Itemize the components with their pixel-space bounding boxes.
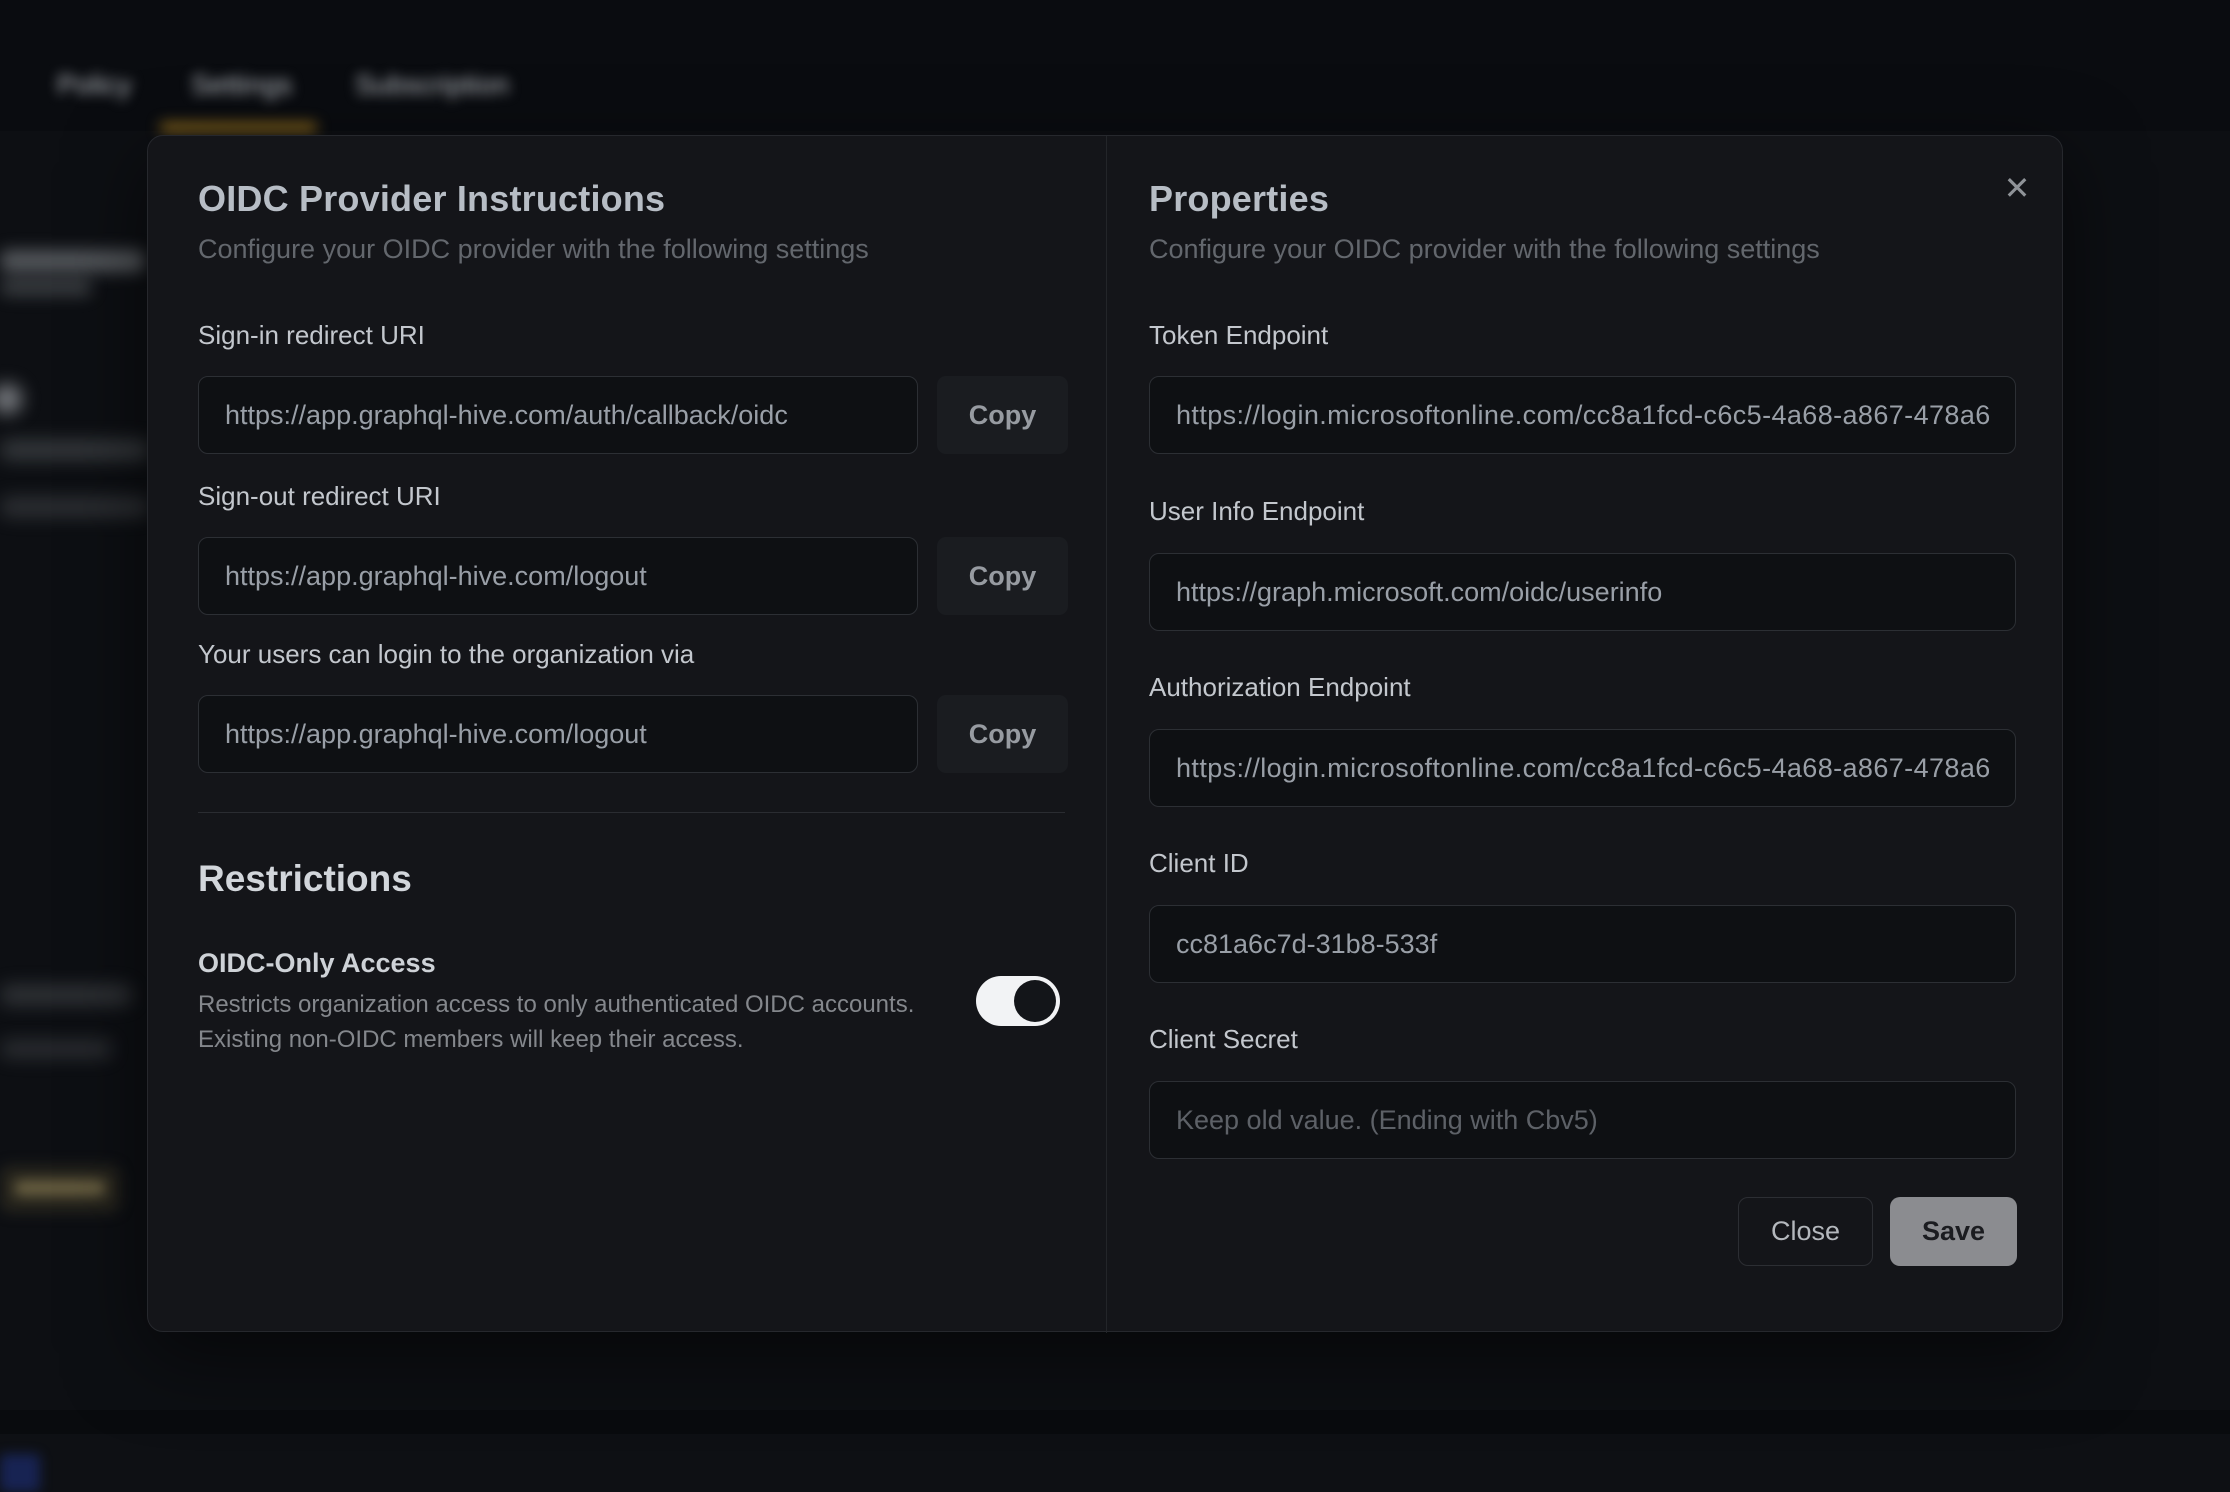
close-button[interactable]: Close	[1738, 1197, 1873, 1266]
blurred-dot-fragment	[0, 384, 22, 414]
token-endpoint-label: Token Endpoint	[1149, 320, 1328, 351]
background-tabbar: Policy Settings Subscription	[0, 57, 2230, 132]
instructions-title: OIDC Provider Instructions	[198, 178, 665, 220]
authorization-endpoint-label: Authorization Endpoint	[1149, 672, 1411, 703]
section-divider	[198, 812, 1065, 813]
login-via-label: Your users can login to the organization…	[198, 639, 694, 670]
oidc-settings-modal: ✕ OIDC Provider Instructions Configure y…	[147, 135, 2063, 1332]
client-id-input[interactable]	[1149, 905, 2016, 983]
background-bottom-band	[0, 1434, 2230, 1492]
toggle-knob	[1014, 980, 1056, 1022]
tab-settings[interactable]: Settings	[191, 69, 292, 101]
properties-title: Properties	[1149, 178, 1329, 220]
copy-signout-button[interactable]: Copy	[937, 537, 1068, 615]
client-secret-label: Client Secret	[1149, 1024, 1298, 1055]
userinfo-endpoint-label: User Info Endpoint	[1149, 496, 1364, 527]
tab-subscription[interactable]: Subscription	[355, 69, 509, 101]
blurred-corner-element	[0, 1454, 40, 1492]
blurred-text-fragment	[0, 440, 150, 460]
signout-redirect-label: Sign-out redirect URI	[198, 481, 441, 512]
oidc-only-access-label: OIDC-Only Access	[198, 948, 436, 979]
restrictions-heading: Restrictions	[198, 858, 412, 900]
blurred-text-fragment	[0, 278, 92, 296]
tab-policy[interactable]: Policy	[57, 69, 132, 101]
blurred-text-fragment	[0, 1040, 112, 1058]
blurred-button-label-fragment	[14, 1180, 106, 1196]
signin-redirect-input[interactable]	[198, 376, 918, 454]
authorization-endpoint-input[interactable]	[1149, 729, 2016, 807]
blurred-text-fragment	[0, 250, 145, 272]
signout-redirect-input[interactable]	[198, 537, 918, 615]
signin-redirect-label: Sign-in redirect URI	[198, 320, 425, 351]
client-secret-input[interactable]	[1149, 1081, 2016, 1159]
save-button[interactable]: Save	[1890, 1197, 2017, 1266]
oidc-only-description-line2: Existing non-OIDC members will keep thei…	[198, 1026, 744, 1054]
properties-subtitle: Configure your OIDC provider with the fo…	[1149, 234, 1820, 265]
active-tab-indicator	[160, 123, 317, 132]
copy-login-via-button[interactable]: Copy	[937, 695, 1068, 773]
oidc-only-description-line1: Restricts organization access to only au…	[198, 991, 914, 1019]
column-divider	[1106, 136, 1107, 1333]
screen: Policy Settings Subscription ✕ OIDC Prov…	[0, 0, 2230, 1492]
token-endpoint-input[interactable]	[1149, 376, 2016, 454]
client-id-label: Client ID	[1149, 848, 1249, 879]
oidc-only-toggle[interactable]	[976, 976, 1060, 1026]
copy-signin-button[interactable]: Copy	[937, 376, 1068, 454]
userinfo-endpoint-input[interactable]	[1149, 553, 2016, 631]
blurred-text-fragment	[0, 497, 150, 517]
background-seam	[0, 1410, 2230, 1434]
close-icon[interactable]: ✕	[1991, 162, 2043, 214]
login-via-input[interactable]	[198, 695, 918, 773]
instructions-subtitle: Configure your OIDC provider with the fo…	[198, 234, 869, 265]
blurred-text-fragment	[0, 985, 132, 1005]
